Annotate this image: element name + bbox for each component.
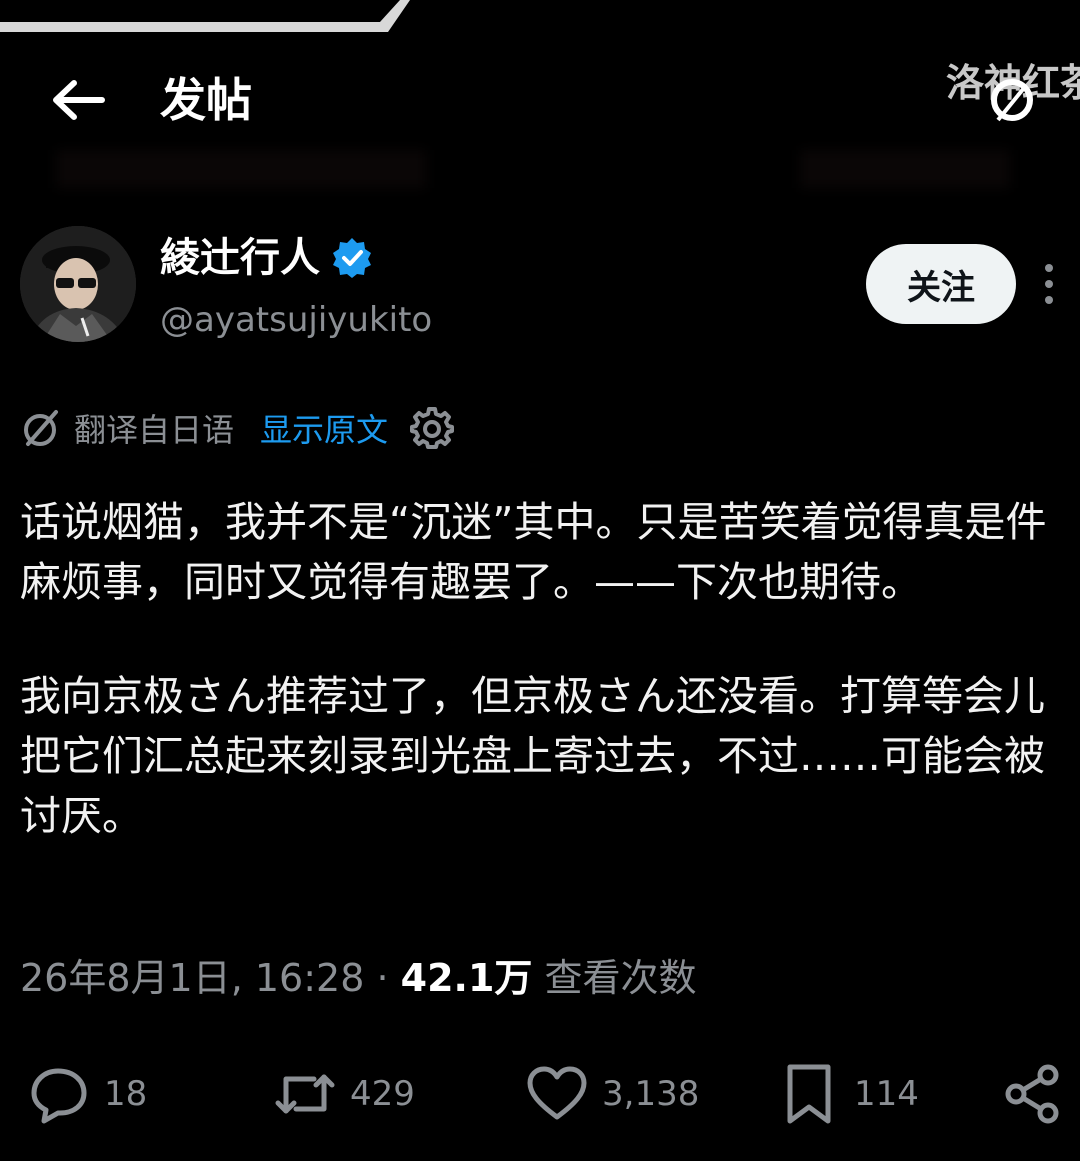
follow-button[interactable]: 关注 [866, 244, 1016, 324]
translation-row: 翻译自日语 显示原文 [20, 400, 455, 456]
action-bar: 18 429 3,138 114 [0, 1058, 1080, 1130]
verified-badge-icon [333, 238, 371, 278]
repost-button[interactable]: 429 [274, 1058, 415, 1130]
post-paragraph: 话说烟猫，我并不是“沉迷”其中。只是苦笑着觉得真是件麻烦事，同时又觉得有趣罢了。… [20, 498, 1047, 606]
post-meta: 26年8月1日, 16:28 · 42.1万 查看次数 [20, 950, 697, 1006]
author-handle[interactable]: @ayatsujiyukito [160, 296, 432, 344]
like-icon [527, 1066, 587, 1120]
back-button[interactable] [48, 74, 108, 126]
reply-count: 18 [104, 1074, 148, 1114]
avatar[interactable] [20, 226, 136, 342]
reply-icon [31, 1068, 87, 1124]
post-paragraph: 我向京极さん推荐过了，但京极さん还没看。打算等会儿把它们汇总起来刻录到光盘上寄过… [20, 672, 1045, 840]
avatar-image [20, 226, 136, 342]
blurred-overlay-right [800, 150, 1010, 188]
translation-label: 翻译自日语 [74, 411, 235, 449]
more-options-icon[interactable] [1034, 262, 1064, 306]
post-detail-screen: 发帖 洛神红茶 綾辻行人 @ayatsujiyukito 关注 翻译自日语 显示… [0, 0, 1080, 1161]
translate-icon [24, 410, 58, 446]
top-decorative-strip [0, 0, 410, 32]
share-button[interactable] [1002, 1058, 1064, 1130]
show-original-link[interactable]: 显示原文 [260, 405, 388, 451]
author-name[interactable]: 綾辻行人 [160, 230, 320, 286]
back-arrow-icon [53, 80, 105, 120]
repost-count: 429 [350, 1074, 415, 1114]
top-bar: 发帖 [0, 60, 1080, 140]
like-count: 3,138 [602, 1074, 700, 1114]
blurred-overlay-left [56, 150, 426, 188]
views-count: 42.1万 [400, 956, 533, 1000]
bookmark-count: 114 [854, 1074, 919, 1114]
post-text: 话说烟猫，我并不是“沉迷”其中。只是苦笑着觉得真是件麻烦事，同时又觉得有趣罢了。… [20, 492, 1060, 900]
watermark-logo-icon [991, 79, 1033, 122]
author-row: 綾辻行人 @ayatsujiyukito 关注 [0, 222, 1080, 352]
post-timestamp[interactable]: 26年8月1日, 16:28 [20, 956, 364, 1000]
page-title: 发帖 [160, 73, 252, 127]
repost-icon [275, 1074, 335, 1114]
like-button[interactable]: 3,138 [526, 1058, 699, 1130]
reply-button[interactable]: 18 [28, 1058, 147, 1130]
bookmark-icon [787, 1064, 831, 1124]
watermark: 洛神红茶 [940, 58, 1080, 128]
bookmark-button[interactable]: 114 [778, 1058, 919, 1130]
share-icon [1005, 1064, 1059, 1124]
meta-separator: · [376, 956, 389, 1000]
gear-icon[interactable] [410, 406, 455, 450]
views-label: 查看次数 [544, 956, 697, 1000]
